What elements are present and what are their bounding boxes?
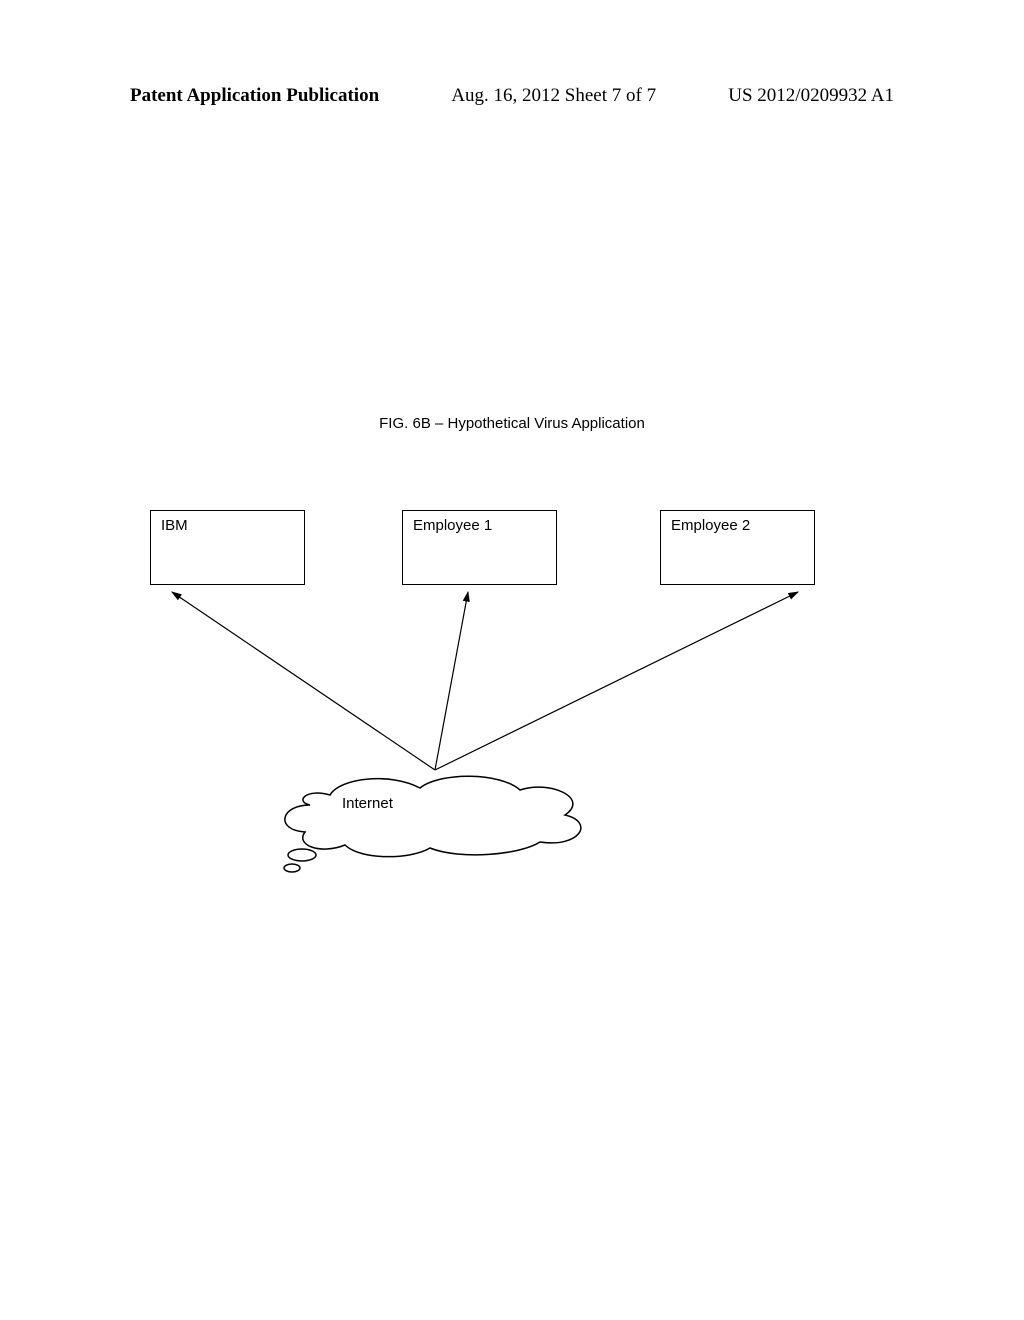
header-publication: Patent Application Publication xyxy=(130,85,379,107)
header-doc-number: US 2012/0209932 A1 xyxy=(728,85,894,107)
connector-lines xyxy=(150,510,874,890)
diagram: IBM Employee 1 Employee 2 Internet xyxy=(150,510,874,890)
header-date-sheet: Aug. 16, 2012 Sheet 7 of 7 xyxy=(451,85,656,107)
cloud-label: Internet xyxy=(342,795,393,812)
figure-caption: FIG. 6B – Hypothetical Virus Application xyxy=(0,415,1024,432)
page-header: Patent Application Publication Aug. 16, … xyxy=(0,85,1024,107)
